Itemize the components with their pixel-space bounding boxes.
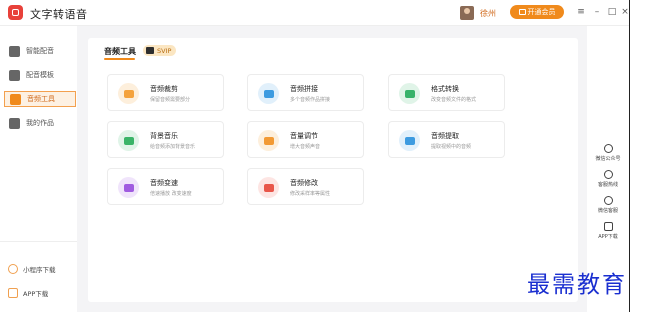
- tool-card[interactable]: 音频拼接多个音频作品拼接: [247, 74, 364, 111]
- wechat-official-account-label: 微信公众号: [595, 156, 621, 162]
- volume-icon: [258, 130, 279, 151]
- tool-card[interactable]: 背景音乐给音频添加背景音乐: [107, 121, 224, 158]
- heart-icon: [603, 196, 613, 205]
- app-download-label: APP下载: [23, 290, 49, 298]
- tool-card[interactable]: 音频提取提取视频中的音频: [388, 121, 505, 158]
- tool-card[interactable]: 格式转换改变音频文件的格式: [388, 74, 505, 111]
- menu-icon[interactable]: ≡: [575, 6, 587, 18]
- tool-name: 音频提取: [431, 132, 459, 140]
- active-tab-indicator: [104, 58, 135, 60]
- tool-name: 音频拼接: [290, 85, 318, 93]
- sidebar-item-label: 智能配音: [26, 47, 54, 55]
- sidebar-item-audio-tools[interactable]: 音频工具: [4, 91, 76, 107]
- svip-label: SVIP: [157, 46, 172, 55]
- right-float-bar: 微信公众号 客服热线 微信客服 APP下载: [588, 139, 628, 246]
- sidebar-item-label: 配音模板: [26, 71, 54, 79]
- sidebar-item-templates[interactable]: 配音模板: [4, 67, 76, 83]
- tool-description: 修改采样率等属性: [290, 191, 331, 197]
- rewind-icon: [118, 83, 139, 104]
- sidebar-item-label: 音频工具: [27, 95, 55, 103]
- convert-icon: [399, 83, 420, 104]
- tool-description: 倍速播放 改变速度: [150, 191, 192, 197]
- tool-name: 音频变速: [150, 179, 178, 187]
- crown-icon: [146, 47, 154, 54]
- tool-description: 改变音频文件的格式: [431, 97, 477, 103]
- mini-program-icon: [8, 264, 18, 274]
- tool-name: 音量调节: [290, 132, 318, 140]
- phone-icon: [603, 222, 613, 231]
- phone-call-icon: [603, 170, 613, 179]
- robot-icon: [9, 45, 20, 57]
- extract-icon: [399, 130, 420, 151]
- mini-program-download-link[interactable]: 小程序下载: [8, 264, 56, 274]
- bar-chart-icon: [258, 177, 279, 198]
- window-edge: [629, 0, 630, 312]
- audio-tools-icon: [10, 93, 21, 105]
- sidebar: 智能配音 配音模板 音频工具 我的作品 小程序下载 APP下载: [0, 26, 77, 312]
- app-download-button[interactable]: APP下载: [588, 222, 628, 240]
- wechat-icon: [603, 144, 613, 153]
- svip-badge: SVIP: [143, 45, 177, 56]
- phone-icon: [8, 288, 18, 298]
- speed-icon: [118, 177, 139, 198]
- app-download-link[interactable]: APP下载: [8, 288, 48, 298]
- tool-name: 音频裁剪: [150, 85, 178, 93]
- music-icon: [118, 130, 139, 151]
- open-vip-button[interactable]: 开通会员: [510, 5, 564, 19]
- hotline-button[interactable]: 客服热线: [588, 170, 628, 188]
- sidebar-item-smart-dubbing[interactable]: 智能配音: [4, 43, 76, 59]
- folder-icon: [9, 117, 20, 129]
- tool-name: 背景音乐: [150, 132, 178, 140]
- merge-icon: [258, 83, 279, 104]
- crown-icon: [518, 9, 526, 15]
- tool-card[interactable]: 音频变速倍速播放 改变速度: [107, 168, 224, 205]
- maximize-icon[interactable]: □: [606, 6, 618, 18]
- wechat-official-account-button[interactable]: 微信公众号: [588, 144, 628, 162]
- tool-description: 多个音频作品拼接: [290, 97, 331, 103]
- tool-description: 增大音频声音: [290, 144, 321, 150]
- tool-description: 给音频添加背景音乐: [150, 144, 196, 150]
- template-icon: [9, 69, 20, 81]
- username[interactable]: 徐州: [480, 8, 496, 19]
- tab-audio-tools[interactable]: 音频工具: [104, 46, 136, 57]
- open-vip-label: 开通会员: [527, 8, 556, 16]
- sidebar-item-label: 我的作品: [26, 119, 54, 127]
- title-bar: 文字转语音 徐州 开通会员 ≡ – □ ×: [0, 0, 630, 26]
- app-logo-icon: [8, 5, 23, 20]
- tool-card[interactable]: 音频修改修改采样率等属性: [247, 168, 364, 205]
- sidebar-divider: [0, 241, 77, 242]
- tool-name: 音频修改: [290, 179, 318, 187]
- tool-name: 格式转换: [431, 85, 459, 93]
- mini-program-download-label: 小程序下载: [23, 266, 56, 274]
- tool-description: 提取视频中的音频: [431, 144, 472, 150]
- tool-card[interactable]: 音量调节增大音频声音: [247, 121, 364, 158]
- app-download-label: APP下载: [598, 234, 618, 240]
- minimize-icon[interactable]: –: [591, 6, 603, 18]
- tool-description: 保留音频需要部分: [150, 97, 191, 103]
- sidebar-item-my-works[interactable]: 我的作品: [4, 115, 76, 131]
- app-title: 文字转语音: [30, 8, 88, 21]
- watermark: 最需教育: [527, 272, 627, 298]
- hotline-label: 客服热线: [597, 182, 618, 188]
- wechat-service-label: 微信客服: [597, 208, 618, 214]
- wechat-service-button[interactable]: 微信客服: [588, 196, 628, 214]
- avatar[interactable]: [460, 6, 474, 20]
- tool-card[interactable]: 音频裁剪保留音频需要部分: [107, 74, 224, 111]
